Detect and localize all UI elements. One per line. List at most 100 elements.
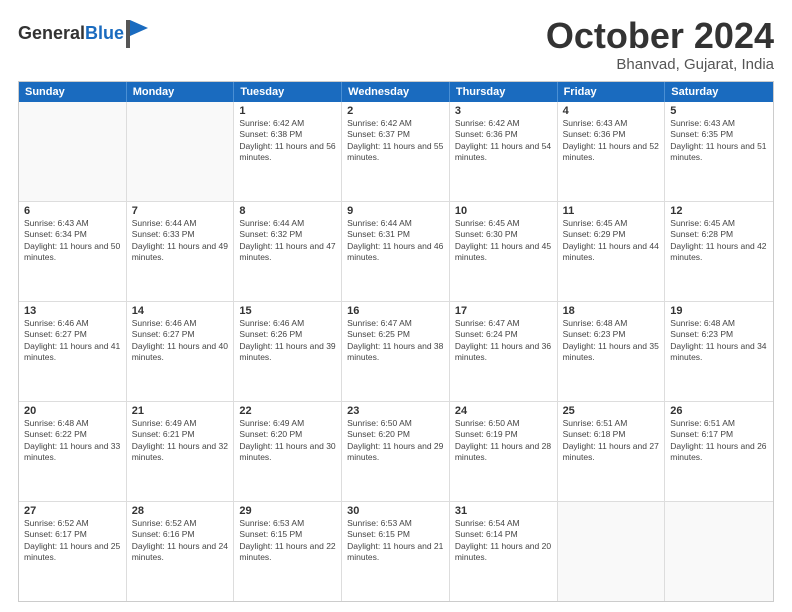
calendar-cell <box>127 102 235 201</box>
calendar-cell: 25Sunrise: 6:51 AM Sunset: 6:18 PM Dayli… <box>558 402 666 501</box>
day-number: 16 <box>347 305 444 317</box>
logo-text: GeneralBlue <box>18 24 124 44</box>
day-info: Sunrise: 6:44 AM Sunset: 6:33 PM Dayligh… <box>132 218 229 264</box>
day-info: Sunrise: 6:46 AM Sunset: 6:27 PM Dayligh… <box>24 318 121 364</box>
calendar-cell: 10Sunrise: 6:45 AM Sunset: 6:30 PM Dayli… <box>450 202 558 301</box>
calendar-cell: 2Sunrise: 6:42 AM Sunset: 6:37 PM Daylig… <box>342 102 450 201</box>
location: Bhanvad, Gujarat, India <box>546 56 774 73</box>
day-info: Sunrise: 6:45 AM Sunset: 6:30 PM Dayligh… <box>455 218 552 264</box>
day-info: Sunrise: 6:50 AM Sunset: 6:19 PM Dayligh… <box>455 418 552 464</box>
day-number: 24 <box>455 405 552 417</box>
day-info: Sunrise: 6:47 AM Sunset: 6:25 PM Dayligh… <box>347 318 444 364</box>
calendar-cell: 18Sunrise: 6:48 AM Sunset: 6:23 PM Dayli… <box>558 302 666 401</box>
day-info: Sunrise: 6:42 AM Sunset: 6:37 PM Dayligh… <box>347 118 444 164</box>
calendar-cell: 15Sunrise: 6:46 AM Sunset: 6:26 PM Dayli… <box>234 302 342 401</box>
calendar-cell: 26Sunrise: 6:51 AM Sunset: 6:17 PM Dayli… <box>665 402 773 501</box>
day-info: Sunrise: 6:44 AM Sunset: 6:31 PM Dayligh… <box>347 218 444 264</box>
header: GeneralBlue October 2024 Bhanvad, Gujara… <box>18 16 774 73</box>
logo: GeneralBlue <box>18 20 148 48</box>
calendar-cell: 1Sunrise: 6:42 AM Sunset: 6:38 PM Daylig… <box>234 102 342 201</box>
day-number: 5 <box>670 105 768 117</box>
day-info: Sunrise: 6:49 AM Sunset: 6:21 PM Dayligh… <box>132 418 229 464</box>
calendar-cell <box>665 502 773 601</box>
calendar-row-0: 1Sunrise: 6:42 AM Sunset: 6:38 PM Daylig… <box>19 102 773 201</box>
day-info: Sunrise: 6:53 AM Sunset: 6:15 PM Dayligh… <box>239 518 336 564</box>
day-info: Sunrise: 6:51 AM Sunset: 6:17 PM Dayligh… <box>670 418 768 464</box>
day-info: Sunrise: 6:53 AM Sunset: 6:15 PM Dayligh… <box>347 518 444 564</box>
day-number: 30 <box>347 505 444 517</box>
calendar-cell: 21Sunrise: 6:49 AM Sunset: 6:21 PM Dayli… <box>127 402 235 501</box>
title-block: October 2024 Bhanvad, Gujarat, India <box>546 16 774 73</box>
day-info: Sunrise: 6:42 AM Sunset: 6:36 PM Dayligh… <box>455 118 552 164</box>
calendar-row-4: 27Sunrise: 6:52 AM Sunset: 6:17 PM Dayli… <box>19 501 773 601</box>
day-info: Sunrise: 6:48 AM Sunset: 6:22 PM Dayligh… <box>24 418 121 464</box>
calendar-cell: 11Sunrise: 6:45 AM Sunset: 6:29 PM Dayli… <box>558 202 666 301</box>
day-info: Sunrise: 6:44 AM Sunset: 6:32 PM Dayligh… <box>239 218 336 264</box>
day-number: 10 <box>455 205 552 217</box>
header-monday: Monday <box>127 82 235 102</box>
day-info: Sunrise: 6:42 AM Sunset: 6:38 PM Dayligh… <box>239 118 336 164</box>
day-info: Sunrise: 6:45 AM Sunset: 6:29 PM Dayligh… <box>563 218 660 264</box>
day-info: Sunrise: 6:43 AM Sunset: 6:35 PM Dayligh… <box>670 118 768 164</box>
day-number: 2 <box>347 105 444 117</box>
day-info: Sunrise: 6:54 AM Sunset: 6:14 PM Dayligh… <box>455 518 552 564</box>
calendar-cell: 31Sunrise: 6:54 AM Sunset: 6:14 PM Dayli… <box>450 502 558 601</box>
header-sunday: Sunday <box>19 82 127 102</box>
calendar-cell: 17Sunrise: 6:47 AM Sunset: 6:24 PM Dayli… <box>450 302 558 401</box>
calendar-cell: 6Sunrise: 6:43 AM Sunset: 6:34 PM Daylig… <box>19 202 127 301</box>
calendar-cell: 7Sunrise: 6:44 AM Sunset: 6:33 PM Daylig… <box>127 202 235 301</box>
day-info: Sunrise: 6:52 AM Sunset: 6:17 PM Dayligh… <box>24 518 121 564</box>
header-saturday: Saturday <box>665 82 773 102</box>
day-number: 22 <box>239 405 336 417</box>
day-info: Sunrise: 6:48 AM Sunset: 6:23 PM Dayligh… <box>563 318 660 364</box>
day-info: Sunrise: 6:52 AM Sunset: 6:16 PM Dayligh… <box>132 518 229 564</box>
day-number: 9 <box>347 205 444 217</box>
day-info: Sunrise: 6:51 AM Sunset: 6:18 PM Dayligh… <box>563 418 660 464</box>
calendar-body: 1Sunrise: 6:42 AM Sunset: 6:38 PM Daylig… <box>19 102 773 601</box>
calendar-cell: 3Sunrise: 6:42 AM Sunset: 6:36 PM Daylig… <box>450 102 558 201</box>
day-number: 18 <box>563 305 660 317</box>
day-number: 26 <box>670 405 768 417</box>
calendar-cell: 30Sunrise: 6:53 AM Sunset: 6:15 PM Dayli… <box>342 502 450 601</box>
day-info: Sunrise: 6:50 AM Sunset: 6:20 PM Dayligh… <box>347 418 444 464</box>
calendar: Sunday Monday Tuesday Wednesday Thursday… <box>18 81 774 602</box>
logo-general: General <box>18 23 85 43</box>
header-tuesday: Tuesday <box>234 82 342 102</box>
calendar-header: Sunday Monday Tuesday Wednesday Thursday… <box>19 82 773 102</box>
day-number: 14 <box>132 305 229 317</box>
day-number: 3 <box>455 105 552 117</box>
calendar-cell <box>558 502 666 601</box>
day-info: Sunrise: 6:46 AM Sunset: 6:26 PM Dayligh… <box>239 318 336 364</box>
calendar-row-1: 6Sunrise: 6:43 AM Sunset: 6:34 PM Daylig… <box>19 201 773 301</box>
calendar-cell: 23Sunrise: 6:50 AM Sunset: 6:20 PM Dayli… <box>342 402 450 501</box>
day-number: 23 <box>347 405 444 417</box>
day-info: Sunrise: 6:49 AM Sunset: 6:20 PM Dayligh… <box>239 418 336 464</box>
day-number: 1 <box>239 105 336 117</box>
calendar-cell: 16Sunrise: 6:47 AM Sunset: 6:25 PM Dayli… <box>342 302 450 401</box>
calendar-cell: 24Sunrise: 6:50 AM Sunset: 6:19 PM Dayli… <box>450 402 558 501</box>
day-number: 19 <box>670 305 768 317</box>
day-info: Sunrise: 6:48 AM Sunset: 6:23 PM Dayligh… <box>670 318 768 364</box>
calendar-cell: 20Sunrise: 6:48 AM Sunset: 6:22 PM Dayli… <box>19 402 127 501</box>
day-number: 29 <box>239 505 336 517</box>
page: GeneralBlue October 2024 Bhanvad, Gujara… <box>0 0 792 612</box>
calendar-row-3: 20Sunrise: 6:48 AM Sunset: 6:22 PM Dayli… <box>19 401 773 501</box>
calendar-row-2: 13Sunrise: 6:46 AM Sunset: 6:27 PM Dayli… <box>19 301 773 401</box>
calendar-cell: 28Sunrise: 6:52 AM Sunset: 6:16 PM Dayli… <box>127 502 235 601</box>
header-wednesday: Wednesday <box>342 82 450 102</box>
day-number: 4 <box>563 105 660 117</box>
calendar-cell: 4Sunrise: 6:43 AM Sunset: 6:36 PM Daylig… <box>558 102 666 201</box>
calendar-cell: 14Sunrise: 6:46 AM Sunset: 6:27 PM Dayli… <box>127 302 235 401</box>
calendar-cell: 19Sunrise: 6:48 AM Sunset: 6:23 PM Dayli… <box>665 302 773 401</box>
calendar-cell: 12Sunrise: 6:45 AM Sunset: 6:28 PM Dayli… <box>665 202 773 301</box>
calendar-cell: 22Sunrise: 6:49 AM Sunset: 6:20 PM Dayli… <box>234 402 342 501</box>
day-number: 8 <box>239 205 336 217</box>
calendar-cell: 13Sunrise: 6:46 AM Sunset: 6:27 PM Dayli… <box>19 302 127 401</box>
day-number: 21 <box>132 405 229 417</box>
day-number: 20 <box>24 405 121 417</box>
day-info: Sunrise: 6:47 AM Sunset: 6:24 PM Dayligh… <box>455 318 552 364</box>
calendar-cell: 27Sunrise: 6:52 AM Sunset: 6:17 PM Dayli… <box>19 502 127 601</box>
calendar-cell <box>19 102 127 201</box>
day-number: 7 <box>132 205 229 217</box>
day-info: Sunrise: 6:43 AM Sunset: 6:34 PM Dayligh… <box>24 218 121 264</box>
